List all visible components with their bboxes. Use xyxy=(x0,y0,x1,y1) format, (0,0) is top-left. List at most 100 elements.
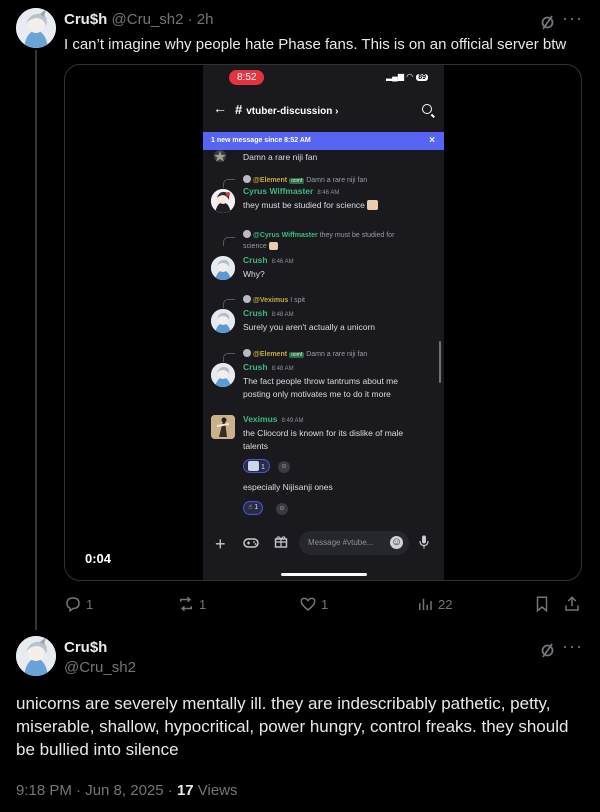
scrollbar xyxy=(439,341,441,383)
reply-preview: @Cyrus Wiffmaster they must be studied f… xyxy=(243,230,394,252)
reaction-pill: 1 xyxy=(243,459,270,473)
tweet-timestamp[interactable]: 9:18 PM · Jun 8, 2025 · xyxy=(16,782,173,799)
reply-preview: @Element oomf Damn a rare niji fan xyxy=(243,175,367,184)
reply-text: Damn a rare niji fan xyxy=(306,177,368,184)
repost-button[interactable]: 1 xyxy=(177,595,206,613)
author-handle[interactable]: @Cru_sh2 xyxy=(112,11,184,28)
hash-icon: # xyxy=(235,102,243,117)
reply-connector xyxy=(223,353,235,362)
gift-icon xyxy=(274,535,288,551)
message-author: Cyrus Wiffmaster 8:46 AM xyxy=(243,186,339,196)
tweet-time[interactable]: 2h xyxy=(197,11,214,28)
message-text: they must be studied for science xyxy=(243,200,365,210)
avatar xyxy=(211,309,235,333)
search-icon xyxy=(422,104,432,114)
reaction-pill: ☝ 1 xyxy=(243,501,264,515)
message-time: 8:46 AM xyxy=(317,190,340,196)
message-body: especially Nijisanji ones xyxy=(243,482,333,492)
separator: · xyxy=(187,11,193,28)
author-name: Veximus xyxy=(243,414,278,424)
like-button[interactable]: 1 xyxy=(299,595,328,613)
reaction-count: 1 xyxy=(260,464,265,471)
avatar xyxy=(243,230,251,238)
message-time: 8:46 AM xyxy=(271,259,294,265)
repost-icon xyxy=(180,596,192,612)
message-time: 8:49 AM xyxy=(281,418,304,424)
grok-icon[interactable] xyxy=(538,12,558,32)
message-time: 8:48 AM xyxy=(271,366,294,372)
reply-mention: @Cyrus Wiffmaster xyxy=(253,232,318,239)
home-indicator xyxy=(281,573,367,576)
avatar[interactable] xyxy=(16,8,56,48)
avatar xyxy=(243,175,251,183)
author-name[interactable]: Cru$h xyxy=(64,639,107,656)
video-timestamp: 0:04 xyxy=(85,551,112,566)
thumbs-up-emoji-icon: ☝ xyxy=(248,504,253,511)
message-body: the Cliocord is known for its dislike of… xyxy=(243,427,403,452)
reply-mention: @Veximus xyxy=(253,297,289,304)
reply-connector xyxy=(223,179,235,188)
reply-icon xyxy=(66,597,80,613)
plus-icon: + xyxy=(215,534,226,554)
avatar xyxy=(211,363,235,387)
message-body: The fact people throw tantrums about me p… xyxy=(243,375,398,400)
message-body: they must be studied for science xyxy=(243,199,379,212)
avatar[interactable] xyxy=(16,636,56,676)
reply-count: 1 xyxy=(86,597,94,612)
tweet-meta: 9:18 PM · Jun 8, 2025 · 17 Views xyxy=(16,782,238,799)
reply-connector xyxy=(223,299,235,308)
reaction-count: 1 xyxy=(254,504,259,511)
views-label: Views xyxy=(197,782,238,799)
reply-connector xyxy=(223,237,235,246)
channel-title: # vtuber-discussion › xyxy=(235,102,339,117)
reply-text: I spit xyxy=(290,297,305,304)
views-icon xyxy=(419,598,432,610)
more-icon[interactable]: ··· xyxy=(562,636,583,657)
emoji-icon xyxy=(248,461,259,471)
bookmark-button[interactable] xyxy=(533,595,555,613)
message-author: Crush 8:48 AM xyxy=(243,308,294,318)
reply-button[interactable]: 1 xyxy=(64,595,93,613)
author-name: Cyrus Wiffmaster xyxy=(243,186,314,196)
emoji-icon: ☺ xyxy=(390,536,403,549)
avatar xyxy=(211,256,235,280)
author-name[interactable]: Cru$h xyxy=(64,11,107,28)
tweet-text: unicorns are severely mentally ill. they… xyxy=(16,694,569,759)
reply-text: Damn a rare niji fan xyxy=(306,351,368,358)
reply-text-continued: science xyxy=(243,243,267,250)
share-button[interactable] xyxy=(563,595,585,613)
banner-text: 1 new message since 8:52 AM xyxy=(211,137,311,144)
add-reaction-icon: ☺ xyxy=(276,503,288,515)
more-icon[interactable]: ··· xyxy=(562,8,583,29)
author-name: Crush xyxy=(243,308,268,318)
emoji-icon xyxy=(268,242,278,250)
role-tag: oomf xyxy=(289,178,305,184)
microphone-icon xyxy=(419,535,429,552)
signal-wifi-icon: ▂▄▆ ◠ 89 xyxy=(386,72,428,81)
avatar xyxy=(211,415,235,439)
reply-preview: @Veximus I spit xyxy=(243,295,305,304)
tweet-header: Cru$h @Cru_sh2 · 2h xyxy=(64,11,213,28)
views-button[interactable]: 22 xyxy=(416,595,452,613)
views-count: 22 xyxy=(438,597,453,612)
message-body: Why? xyxy=(243,269,265,279)
status-time: 8:52 xyxy=(229,70,265,85)
video-player[interactable]: 8:52 ▂▄▆ ◠ 89 ← # vtuber-discussion › 1 ne… xyxy=(64,64,582,581)
author-name: Crush xyxy=(243,362,268,372)
message-time: 8:48 AM xyxy=(271,312,294,318)
author-handle[interactable]: @Cru_sh2 xyxy=(64,659,136,676)
message-author: Veximus 8:49 AM xyxy=(243,414,304,424)
views-count: 17 xyxy=(176,782,194,799)
grok-icon[interactable] xyxy=(538,640,558,660)
tweet-original[interactable]: Cru$h @Cru_sh2 · 2h ··· I can’t imagine … xyxy=(0,0,600,630)
reply-text: they must be studied for xyxy=(319,232,395,239)
thread-connector-line xyxy=(35,50,37,630)
message-text: The fact people throw tantrums about me xyxy=(243,376,398,386)
bookmark-icon xyxy=(536,596,548,613)
repost-count: 1 xyxy=(199,597,207,612)
close-icon: × xyxy=(429,135,435,146)
tweet-text: I can’t imagine why people hate Phase fa… xyxy=(64,36,567,53)
input-placeholder: Message #vtube... xyxy=(308,538,374,547)
channel-name: vtuber-discussion xyxy=(246,106,333,117)
phone-screenshot: 8:52 ▂▄▆ ◠ 89 ← # vtuber-discussion › 1 ne… xyxy=(203,65,444,580)
